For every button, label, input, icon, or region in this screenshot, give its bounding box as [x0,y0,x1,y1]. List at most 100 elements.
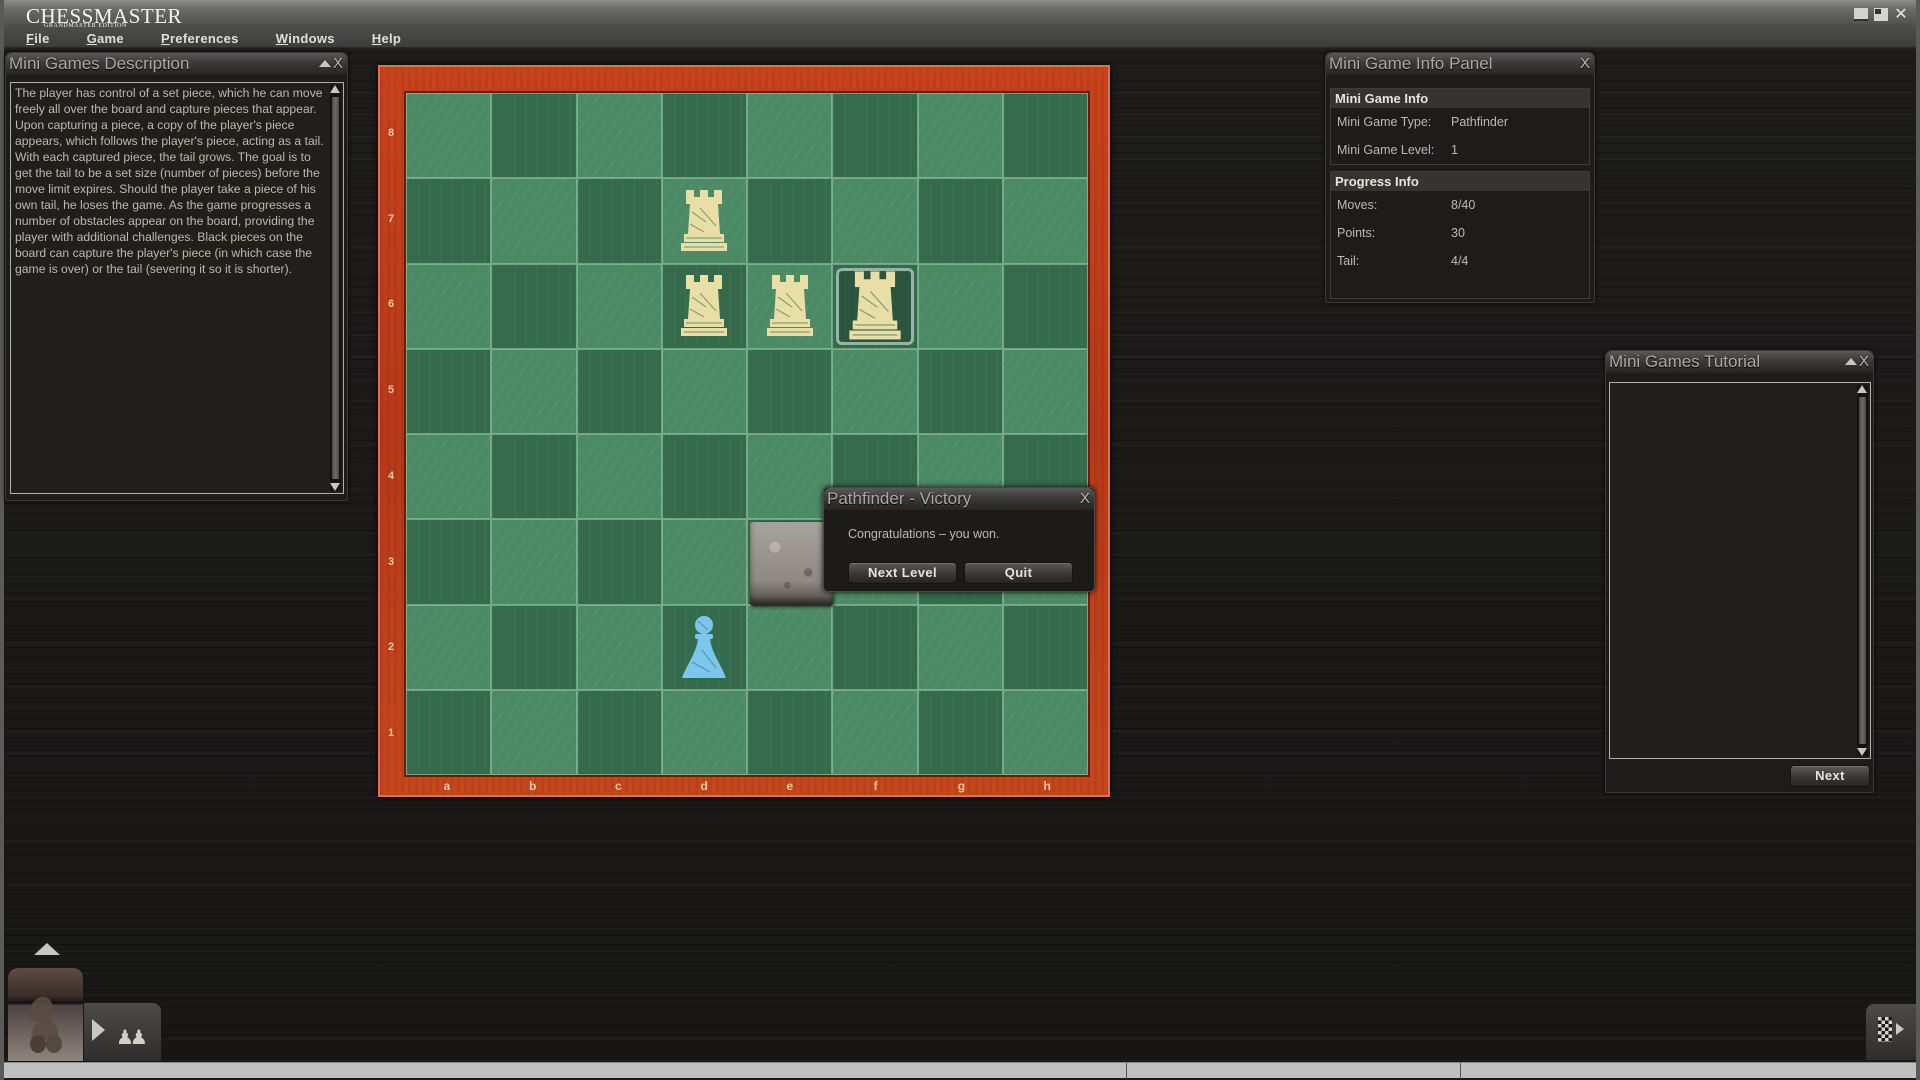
close-icon[interactable]: X [1080,488,1090,509]
square-h7[interactable] [1002,178,1088,264]
players-tab[interactable]: ♟♟ [84,1003,161,1061]
square-a6[interactable] [406,263,492,349]
rank-label: 7 [387,212,395,225]
dialog-header[interactable]: Pathfinder - Victory X [824,488,1094,510]
square-e4[interactable] [747,434,833,520]
square-a2[interactable] [406,604,492,690]
square-d2[interactable] [661,604,747,690]
square-e3[interactable] [747,519,834,606]
white-rook-piece[interactable] [833,265,916,348]
restore-icon[interactable] [1874,8,1888,21]
tutorial-panel-header[interactable]: Mini Games Tutorial X [1606,351,1873,373]
square-b8[interactable] [491,93,577,179]
close-icon[interactable]: X [1859,351,1869,372]
square-b4[interactable] [491,434,577,520]
collapse-icon[interactable] [318,60,331,67]
square-c3[interactable] [576,519,662,605]
menu-file[interactable]: File [26,31,50,46]
board-view-tab[interactable] [1866,1004,1916,1060]
square-h1[interactable] [1002,689,1088,775]
scroll-thumb[interactable] [1859,397,1866,744]
next-button[interactable]: Next [1790,765,1870,787]
square-c6[interactable] [576,263,662,349]
scroll-up-icon[interactable] [330,85,340,93]
close-icon[interactable]: X [1580,53,1590,74]
square-f8[interactable] [832,93,918,179]
description-textbox[interactable]: The player has control of a set piece, w… [10,82,344,494]
square-e7[interactable] [747,178,833,264]
scroll-thumb[interactable] [332,97,339,479]
square-a7[interactable] [406,178,492,264]
scroll-down-icon[interactable] [1857,748,1867,756]
white-rook-piece[interactable] [663,179,746,262]
square-b7[interactable] [491,178,577,264]
play-arrow-icon[interactable] [92,1019,105,1041]
menu-help[interactable]: Help [372,31,401,46]
square-b6[interactable] [491,263,577,349]
blue-pawn-piece[interactable] [663,606,746,689]
square-d7[interactable] [661,178,747,264]
square-c5[interactable] [576,348,662,434]
square-d5[interactable] [661,348,747,434]
white-rook-piece[interactable] [748,265,831,348]
square-d1[interactable] [661,689,747,775]
white-rook-piece[interactable] [663,265,746,348]
close-icon[interactable]: X [333,53,343,74]
menu-windows[interactable]: Windows [276,31,335,46]
square-h6[interactable] [1002,263,1088,349]
quit-button[interactable]: Quit [964,562,1073,584]
close-icon[interactable]: ✕ [1894,7,1908,23]
square-g2[interactable] [917,604,1003,690]
info-panel-header[interactable]: Mini Game Info Panel X [1326,53,1594,75]
square-e5[interactable] [747,348,833,434]
square-b5[interactable] [491,348,577,434]
description-scrollbar[interactable] [330,85,341,491]
tutorial-scrollbar[interactable] [1857,385,1868,756]
player-avatar[interactable] [8,968,83,1061]
square-e2[interactable] [747,604,833,690]
square-f1[interactable] [832,689,918,775]
square-h5[interactable] [1002,348,1088,434]
square-d4[interactable] [661,434,747,520]
square-a5[interactable] [406,348,492,434]
scroll-down-icon[interactable] [330,483,340,491]
square-g6[interactable] [917,263,1003,349]
square-h2[interactable] [1002,604,1088,690]
square-a4[interactable] [406,434,492,520]
next-level-button[interactable]: Next Level [848,562,957,584]
square-f2[interactable] [832,604,918,690]
menu-preferences[interactable]: Preferences [161,31,239,46]
square-f5[interactable] [832,348,918,434]
square-c8[interactable] [576,93,662,179]
square-b3[interactable] [491,519,577,605]
square-b1[interactable] [491,689,577,775]
square-g5[interactable] [917,348,1003,434]
menu-game[interactable]: Game [87,31,124,46]
square-e1[interactable] [747,689,833,775]
minimize-icon[interactable] [1854,8,1868,21]
square-e8[interactable] [747,93,833,179]
square-g7[interactable] [917,178,1003,264]
square-d6[interactable] [661,263,747,349]
description-panel-header[interactable]: Mini Games Description X [6,53,347,75]
up-arrow-icon[interactable] [34,943,60,955]
square-b2[interactable] [491,604,577,690]
square-a3[interactable] [406,519,492,605]
square-f6[interactable] [832,263,918,349]
collapse-icon[interactable] [1844,358,1857,365]
square-c4[interactable] [576,434,662,520]
square-c2[interactable] [576,604,662,690]
square-f7[interactable] [832,178,918,264]
square-d8[interactable] [661,93,747,179]
square-a1[interactable] [406,689,492,775]
tutorial-textbox[interactable] [1609,382,1871,759]
square-a8[interactable] [406,93,492,179]
square-g1[interactable] [917,689,1003,775]
square-g8[interactable] [917,93,1003,179]
square-c7[interactable] [576,178,662,264]
square-h8[interactable] [1002,93,1088,179]
scroll-up-icon[interactable] [1857,385,1867,393]
square-d3[interactable] [661,519,747,605]
square-e6[interactable] [747,263,833,349]
square-c1[interactable] [576,689,662,775]
